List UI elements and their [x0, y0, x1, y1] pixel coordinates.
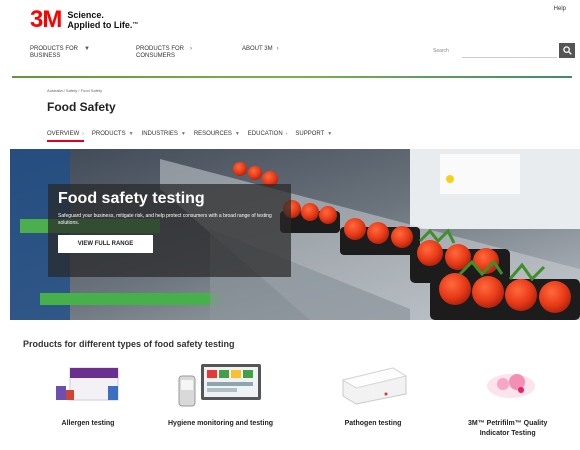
help-link[interactable]: Help — [554, 6, 566, 12]
nav-products-for-business[interactable]: PRODUCTS FOR BUSINESS ▼ — [30, 46, 136, 60]
tab-label: OVERVIEW — [47, 131, 80, 137]
main-nav: PRODUCTS FOR BUSINESS ▼ PRODUCTS FOR CON… — [30, 46, 322, 60]
tab-education[interactable]: EDUCATION › — [248, 131, 288, 142]
caret-down-icon: ▼ — [327, 131, 333, 137]
search-icon — [562, 46, 572, 55]
product-label: Pathogen testing — [344, 420, 402, 427]
tab-overview[interactable]: OVERVIEW › — [47, 131, 84, 142]
logo-tagline: Science. Applied to Life.™ — [67, 10, 138, 30]
product-label: Hygiene monitoring and testing — [168, 420, 274, 427]
products-section-title: Products for different types of food saf… — [23, 339, 235, 349]
caret-down-icon: ▼ — [234, 131, 240, 137]
product-label: 3M™ Petrifilm™ Quality Indicator Testing — [468, 419, 547, 439]
petrifilm-image — [486, 374, 535, 398]
hygiene-monitor-image — [178, 364, 261, 407]
hero-title: Food safety testing — [58, 190, 205, 207]
product-card-petrifilm[interactable]: 3M™ Petrifilm™ Quality Indicator Testing — [468, 360, 547, 439]
nav-products-for-consumers[interactable]: PRODUCTS FOR CONSUMERS › — [136, 46, 242, 60]
caret-down-icon: ▼ — [180, 131, 186, 137]
hero-subtitle: Safeguard your business, mitigate risk, … — [58, 213, 272, 226]
sub-nav: OVERVIEW › PRODUCTS ▼ INDUSTRIES ▼ RESOURCE… — [47, 131, 340, 142]
product-card-hygiene[interactable]: Hygiene monitoring and testing — [168, 360, 273, 429]
nav-about-3m[interactable]: ABOUT 3M › — [242, 46, 322, 53]
label-line2: Indicator Testing — [479, 430, 536, 437]
site-header: 3M Science. Applied to Life.™ Help PRODU… — [0, 0, 580, 80]
tab-label: RESOURCES — [193, 131, 232, 137]
header-divider — [12, 76, 572, 78]
tagline-line1: Science. — [67, 10, 104, 20]
nav-label-line1: PRODUCTS FOR — [30, 46, 78, 52]
tagline-line2: Applied to Life.™ — [67, 20, 139, 30]
view-full-range-button[interactable]: VIEW FULL RANGE — [58, 235, 153, 253]
tab-label: SUPPORT — [295, 131, 325, 137]
page-title: Food Safety — [47, 100, 116, 114]
product-card-allergen[interactable]: Allergen testing — [48, 360, 128, 429]
nav-label-line2: BUSINESS — [30, 53, 61, 59]
search-label: Search — [433, 48, 449, 54]
chevron-right-icon: › — [285, 131, 288, 137]
product-card-pathogen[interactable]: Pathogen testing — [338, 360, 408, 429]
caret-down-icon: ▼ — [128, 131, 134, 137]
nav-label: ABOUT 3M — [242, 46, 273, 52]
logo-mark: 3M — [30, 6, 62, 33]
search-button[interactable] — [559, 43, 575, 58]
hero-card: Food safety testing Safeguard your busin… — [48, 184, 291, 277]
chevron-right-icon: › — [82, 131, 84, 137]
tab-label: EDUCATION — [247, 131, 283, 137]
hero-banner: Food safety testing Safeguard your busin… — [10, 149, 580, 320]
chevron-right-icon: › — [276, 46, 279, 52]
nav-label-line2: CONSUMERS — [136, 53, 176, 59]
tab-industries[interactable]: INDUSTRIES ▼ — [142, 131, 186, 142]
nav-label-line1: PRODUCTS FOR — [136, 46, 184, 52]
search-input[interactable] — [462, 43, 557, 58]
3m-logo[interactable]: 3M Science. Applied to Life.™ — [30, 8, 138, 32]
tab-support[interactable]: SUPPORT ▼ — [295, 131, 332, 142]
tab-resources[interactable]: RESOURCES ▼ — [194, 131, 240, 142]
tab-label: PRODUCTS — [91, 131, 126, 137]
allergen-kit-image — [56, 367, 119, 401]
tab-products[interactable]: PRODUCTS ▼ — [92, 131, 134, 142]
breadcrumb[interactable]: Australia / Safety / Food Safety — [47, 88, 102, 93]
pathogen-device-image — [341, 367, 408, 405]
caret-down-icon: ▼ — [84, 46, 90, 52]
chevron-right-icon: › — [190, 46, 192, 52]
product-label: Allergen testing — [61, 420, 115, 427]
label-line1: 3M™ Petrifilm™ Quality — [468, 420, 548, 427]
tab-label: INDUSTRIES — [141, 131, 178, 137]
